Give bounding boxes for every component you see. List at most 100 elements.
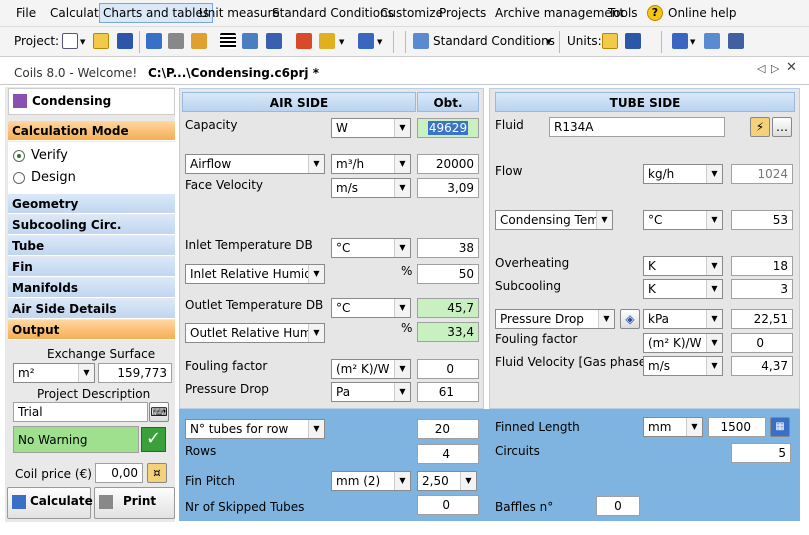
calculator-icon[interactable]: ▦ [770, 417, 790, 437]
menu-calculate[interactable]: Calculate [50, 6, 106, 20]
overheating-field[interactable]: 18 [731, 256, 793, 276]
open-folder-icon[interactable] [93, 33, 109, 49]
more-button[interactable]: … [772, 117, 792, 137]
coins-icon[interactable]: ¤ [147, 463, 167, 483]
air-fouling-unit-select[interactable]: (m² K)/W ▼ [331, 359, 411, 379]
menu-unit-measure[interactable]: Unit measure [199, 6, 280, 20]
fluid-field[interactable]: R134A [549, 117, 725, 137]
condensing-temp-select[interactable]: Condensing Temp. ▼ [495, 210, 613, 230]
conditions-icon[interactable] [413, 33, 429, 49]
inlet-rh-field[interactable]: 50 [417, 264, 479, 284]
nav-subcooling-circ[interactable]: Subcooling Circ. [8, 215, 175, 235]
coil-icon[interactable] [242, 33, 258, 49]
graph-icon[interactable] [358, 33, 374, 49]
new-document-icon[interactable] [62, 33, 78, 49]
airflow-unit-select[interactable]: m³/h ▼ [331, 154, 411, 174]
tube-fouling-unit-select[interactable]: (m² K)/W ▼ [643, 333, 723, 353]
calculate-button[interactable]: Calculate [7, 487, 93, 519]
inlet-rh-select[interactable]: Inlet Relative Humidity ▼ [185, 264, 325, 284]
report-icon[interactable] [191, 33, 207, 49]
diamond-icon[interactable]: ◈ [620, 309, 640, 329]
airflow-select[interactable]: Airflow ▼ [185, 154, 325, 174]
save-icon[interactable] [625, 33, 641, 49]
baffles-field[interactable]: 0 [596, 496, 640, 516]
keyboard-icon[interactable]: ⌨ [149, 402, 169, 422]
rows-field[interactable]: 4 [417, 444, 479, 464]
nav-fin[interactable]: Fin [8, 257, 175, 277]
finned-length-field[interactable]: 1500 [708, 417, 766, 437]
tab-welcome[interactable]: Coils 8.0 - Welcome! [8, 62, 143, 84]
tube-fouling-field[interactable]: 0 [731, 333, 793, 353]
scroll-left-icon[interactable]: ◁ [757, 62, 765, 75]
menu-archive-management[interactable]: Archive management [495, 6, 624, 20]
chart-icon[interactable] [319, 33, 335, 49]
standard-conditions-button[interactable]: Standard Conditions [433, 34, 555, 48]
face-velocity-field[interactable]: 3,09 [417, 178, 479, 198]
wave-icon[interactable] [266, 33, 282, 49]
tubes-per-row-field[interactable]: 20 [417, 419, 479, 439]
settings-icon[interactable] [728, 33, 744, 49]
open-folder-icon[interactable] [602, 33, 618, 49]
tab-condensing[interactable]: C:\P...\Condensing.c6prj * [142, 62, 325, 84]
overheating-unit-select[interactable]: K ▼ [643, 256, 723, 276]
exchange-unit-select[interactable]: m² ▼ [13, 363, 95, 383]
skipped-tubes-field[interactable]: 0 [417, 495, 479, 515]
fluid-velocity-unit-select[interactable]: m/s ▼ [643, 356, 723, 376]
check-icon[interactable]: ✓ [141, 427, 166, 452]
nav-calculation-mode[interactable]: Calculation Mode [8, 121, 175, 141]
inlet-temp-field[interactable]: 38 [417, 238, 479, 258]
menu-standard-conditions[interactable]: Standard Conditions [272, 6, 394, 20]
nav-geometry[interactable]: Geometry [8, 194, 175, 214]
chevron-down-icon[interactable]: ▼ [377, 38, 382, 46]
condensing-temp-unit-select[interactable]: °C ▼ [643, 210, 723, 230]
outlet-temp-unit-select[interactable]: °C ▼ [331, 298, 411, 318]
menu-projects[interactable]: Projects [439, 6, 486, 20]
verify-radio[interactable] [13, 150, 25, 162]
subcooling-unit-select[interactable]: K ▼ [643, 279, 723, 299]
menu-online-help[interactable]: Online help [668, 6, 736, 20]
airflow-field[interactable]: 20000 [417, 154, 479, 174]
design-radio[interactable] [13, 172, 25, 184]
list-icon[interactable] [220, 33, 236, 49]
nav-output[interactable]: Output [8, 320, 175, 340]
project-description-field[interactable]: Trial [13, 402, 148, 422]
chevron-down-icon[interactable]: ▼ [546, 38, 551, 46]
subcooling-field[interactable]: 3 [731, 279, 793, 299]
fin-pitch-select[interactable]: 2,50 ▼ [417, 471, 477, 491]
lightning-icon[interactable]: ⚡ [750, 117, 770, 137]
finned-length-unit-select[interactable]: mm ▼ [643, 417, 703, 437]
scroll-right-icon[interactable]: ▷ [771, 62, 779, 75]
chevron-down-icon[interactable]: ▼ [690, 38, 695, 46]
flow-unit-select[interactable]: kg/h ▼ [643, 164, 723, 184]
calculator-icon[interactable] [146, 33, 162, 49]
chevron-down-icon[interactable]: ▼ [339, 38, 344, 46]
capacity-unit-select[interactable]: W ▼ [331, 118, 411, 138]
tube-pressure-drop-select[interactable]: Pressure Drop ▼ [495, 309, 615, 329]
chevron-down-icon[interactable]: ▼ [80, 38, 85, 46]
condensing-temp-field[interactable]: 53 [731, 210, 793, 230]
circuits-field[interactable]: 5 [731, 443, 791, 463]
menu-tools[interactable]: Tools [608, 6, 638, 20]
tables-icon[interactable] [296, 33, 312, 49]
save-icon[interactable] [117, 33, 133, 49]
nav-tube[interactable]: Tube [8, 236, 175, 256]
printer-icon[interactable] [168, 33, 184, 49]
nav-manifolds[interactable]: Manifolds [8, 278, 175, 298]
inlet-temp-unit-select[interactable]: °C ▼ [331, 238, 411, 258]
air-fouling-field[interactable]: 0 [417, 359, 479, 379]
fin-pitch-unit-select[interactable]: mm (2) ▼ [331, 471, 411, 491]
nav-air-side-details[interactable]: Air Side Details [8, 299, 175, 319]
print-button[interactable]: Print [94, 487, 175, 519]
export-icon[interactable] [704, 33, 720, 49]
menu-file[interactable]: File [16, 6, 36, 20]
currency-icon[interactable] [672, 33, 688, 49]
air-pressure-drop-unit-select[interactable]: Pa ▼ [331, 382, 411, 402]
outlet-rh-select[interactable]: Outlet Relative Humidity ▼ [185, 323, 325, 343]
menu-customize[interactable]: Customize [380, 6, 443, 20]
close-icon[interactable]: ✕ [786, 60, 797, 75]
tubes-per-row-select[interactable]: N° tubes for row ▼ [185, 419, 325, 439]
tube-pressure-drop-unit-select[interactable]: kPa ▼ [643, 309, 723, 329]
coil-price-field[interactable]: 0,00 [95, 463, 143, 483]
menu-charts-tables[interactable]: Charts and tables [99, 3, 214, 23]
face-velocity-unit-select[interactable]: m/s ▼ [331, 178, 411, 198]
